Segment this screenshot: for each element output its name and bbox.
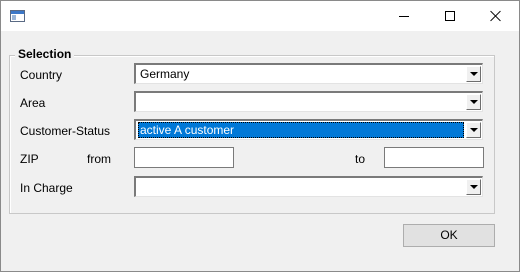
zip-from-field[interactable] <box>134 147 234 168</box>
in-charge-value <box>138 179 142 195</box>
zip-to-label: to <box>355 152 366 166</box>
customer-status-value: active A customer <box>138 122 464 138</box>
country-label: Country <box>20 68 63 82</box>
maximize-icon <box>445 11 455 21</box>
area-label: Area <box>20 96 46 110</box>
zip-from-label: from <box>87 152 111 166</box>
selection-group-title: Selection <box>15 47 75 61</box>
chevron-down-icon[interactable] <box>466 122 481 138</box>
app-window-icon <box>10 10 25 22</box>
chevron-down-icon[interactable] <box>466 66 481 82</box>
in-charge-combo[interactable] <box>134 176 483 197</box>
selection-dialog: Selection Country Germany Area Customer-… <box>0 0 520 272</box>
minimize-icon <box>399 16 409 17</box>
ok-button[interactable]: OK <box>403 224 495 247</box>
customer-status-label: Customer-Status <box>20 124 111 138</box>
zip-to-field[interactable] <box>384 147 484 168</box>
country-value: Germany <box>140 67 190 81</box>
close-icon <box>490 10 502 22</box>
chevron-down-icon[interactable] <box>466 94 481 110</box>
close-button[interactable] <box>473 1 519 31</box>
customer-status-combo[interactable]: active A customer <box>134 119 483 140</box>
in-charge-label: In Charge <box>20 181 73 195</box>
chevron-down-icon[interactable] <box>466 179 481 195</box>
minimize-button[interactable] <box>381 1 427 31</box>
area-combo[interactable] <box>134 91 483 112</box>
area-value <box>138 94 142 110</box>
maximize-button[interactable] <box>427 1 473 31</box>
country-combo[interactable]: Germany <box>134 63 483 84</box>
zip-label: ZIP <box>20 152 39 166</box>
title-bar[interactable] <box>1 1 519 31</box>
